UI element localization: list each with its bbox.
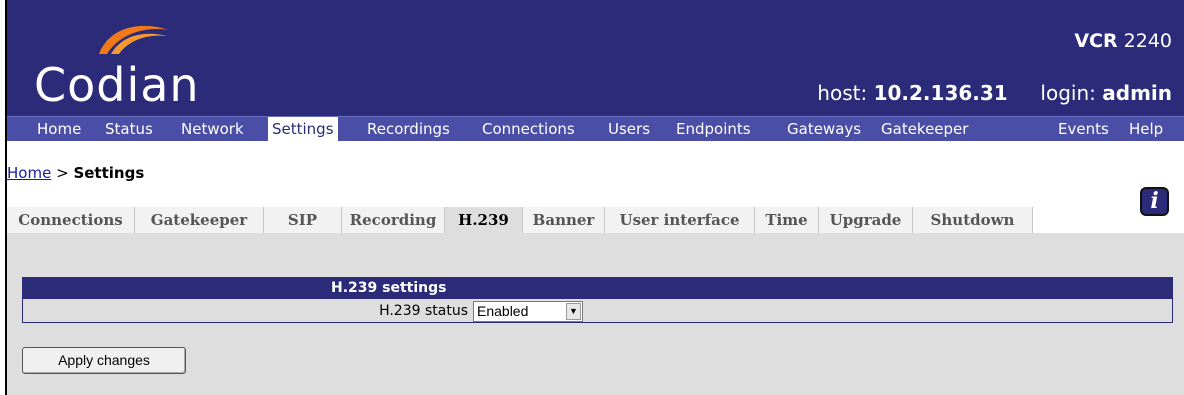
tab-recording[interactable]: Recording — [342, 207, 445, 233]
nav-item-users[interactable]: Users — [604, 117, 654, 141]
nav-item-gateways[interactable]: Gateways — [783, 117, 865, 141]
tab-upgrade[interactable]: Upgrade — [819, 207, 913, 233]
product-number: 2240 — [1123, 30, 1172, 52]
nav-item-help[interactable]: Help — [1125, 117, 1167, 141]
tab-sip[interactable]: SIP — [264, 207, 342, 233]
tab-shutdown[interactable]: Shutdown — [913, 207, 1033, 233]
nav-item-connections[interactable]: Connections — [478, 117, 579, 141]
tab-h239[interactable]: H.239 — [445, 207, 523, 233]
login-label: login: — [1040, 81, 1096, 105]
chevron-down-icon[interactable]: ▼ — [566, 303, 581, 320]
nav-item-recordings[interactable]: Recordings — [363, 117, 454, 141]
product-name: VCR 2240 — [1074, 30, 1172, 52]
breadcrumb-current: Settings — [73, 164, 145, 182]
main-content: Home > Settings i Connections Gatekeeper… — [7, 141, 1184, 395]
tab-gatekeeper[interactable]: Gatekeeper — [135, 207, 264, 233]
nav-item-settings[interactable]: Settings — [268, 117, 338, 141]
breadcrumb-separator: > — [56, 164, 69, 182]
header-banner: Codian VCR 2240 host: 10.2.136.31 login:… — [7, 0, 1184, 116]
nav-item-network[interactable]: Network — [177, 117, 248, 141]
main-nav: Home Status Network Settings Recordings … — [7, 116, 1184, 141]
h239-status-select[interactable]: Enabled ▼ — [473, 301, 583, 322]
nav-item-events[interactable]: Events — [1054, 117, 1113, 141]
breadcrumb-home-link[interactable]: Home — [7, 164, 51, 182]
settings-panel: H.239 settings H.239 status Enabled ▼ Ap… — [7, 233, 1184, 395]
apply-changes-button[interactable]: Apply changes — [22, 347, 186, 374]
h239-status-row: H.239 status Enabled ▼ — [23, 299, 1172, 322]
product-model: VCR — [1074, 30, 1118, 52]
tab-banner[interactable]: Banner — [523, 207, 605, 233]
host-value: 10.2.136.31 — [873, 81, 1008, 105]
breadcrumb: Home > Settings — [7, 164, 144, 182]
host-login-info: host: 10.2.136.31 login: admin — [817, 81, 1172, 105]
h239-status-value: Enabled — [477, 303, 529, 319]
host-label: host: — [817, 81, 868, 105]
settings-table-title: H.239 settings — [23, 278, 1172, 299]
codian-logo: Codian — [34, 58, 200, 112]
tab-time[interactable]: Time — [755, 207, 819, 233]
nav-item-gatekeeper[interactable]: Gatekeeper — [877, 117, 972, 141]
settings-tabs: Connections Gatekeeper SIP Recording H.2… — [7, 207, 1037, 233]
tab-user-interface[interactable]: User interface — [605, 207, 755, 233]
nav-item-home[interactable]: Home — [33, 117, 85, 141]
login-value: admin — [1102, 81, 1172, 105]
nav-item-status[interactable]: Status — [101, 117, 157, 141]
codian-swoosh-icon — [99, 25, 169, 54]
h239-status-label: H.239 status — [379, 303, 468, 319]
h239-settings-table: H.239 settings H.239 status Enabled ▼ — [22, 277, 1173, 323]
tab-connections[interactable]: Connections — [7, 207, 135, 233]
info-icon[interactable]: i — [1140, 187, 1169, 216]
nav-item-endpoints[interactable]: Endpoints — [672, 117, 755, 141]
